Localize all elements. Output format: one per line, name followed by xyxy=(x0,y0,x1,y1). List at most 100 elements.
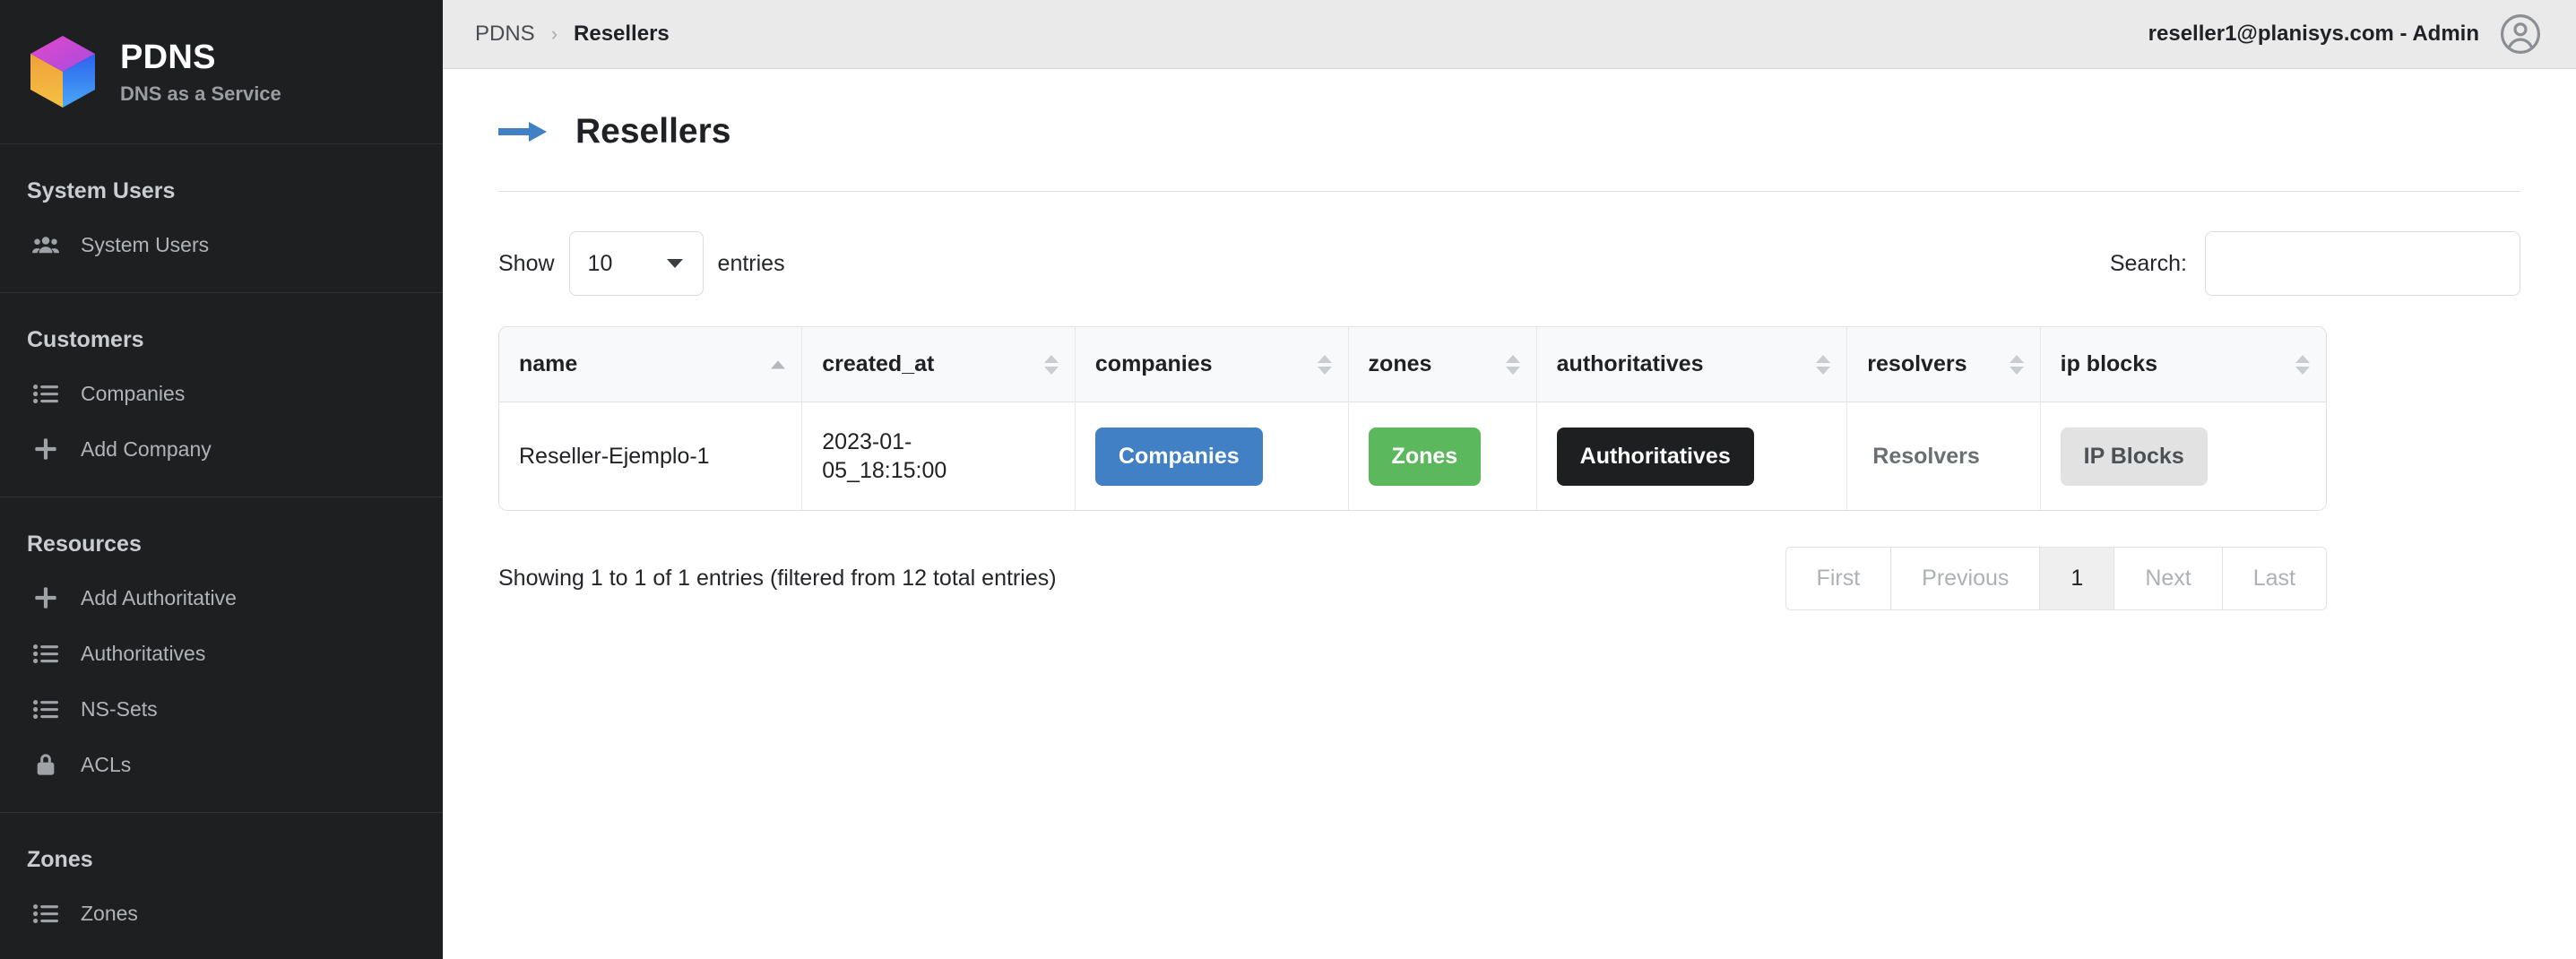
column-label: resolvers xyxy=(1867,351,1967,376)
sidebar-item-acls[interactable]: ACLs xyxy=(0,737,443,792)
chevron-right-icon: › xyxy=(550,22,558,45)
cell-zones: Zones xyxy=(1348,402,1537,510)
companies-button[interactable]: Companies xyxy=(1094,427,1263,486)
brand-subtitle: DNS as a Service xyxy=(120,82,281,105)
sort-toggle-icon xyxy=(2295,354,2310,375)
arrow-right-icon xyxy=(498,118,549,145)
sidebar-item-add-company[interactable]: Add Company xyxy=(0,421,443,477)
main-area: PDNS › Resellers reseller1@planisys.com … xyxy=(443,0,2576,959)
list-icon xyxy=(30,380,61,407)
breadcrumb: PDNS › Resellers xyxy=(475,22,670,47)
pagination-first[interactable]: First xyxy=(1785,548,1892,609)
users-group-icon xyxy=(30,231,61,258)
user-label: reseller1@planisys.com - Admin xyxy=(2148,22,2479,46)
column-header-ip-blocks[interactable]: ip blocks xyxy=(2040,327,2326,402)
resellers-table: name created_at companies zones authorit… xyxy=(498,326,2327,511)
page-length-value: 10 xyxy=(587,250,613,276)
table-controls: Show 10 entries Search: xyxy=(498,192,2520,326)
cell-authoritatives: Authoritatives xyxy=(1536,402,1848,510)
sidebar-item-system-users[interactable]: System Users xyxy=(0,217,443,272)
column-header-name[interactable]: name xyxy=(499,327,803,402)
search-area: Search: xyxy=(2110,231,2520,296)
column-header-created-at[interactable]: created_at xyxy=(802,327,1076,402)
app-root: PDNS DNS as a Service System Users Syste… xyxy=(0,0,2576,959)
pagination-page-1[interactable]: 1 xyxy=(2040,548,2115,609)
column-label: companies xyxy=(1094,351,1213,376)
user-circle-icon[interactable] xyxy=(2499,13,2542,56)
breadcrumb-root[interactable]: PDNS xyxy=(475,22,535,47)
sort-toggle-icon xyxy=(1043,354,1059,375)
section-title-zones: Zones xyxy=(27,847,93,872)
plus-icon xyxy=(30,584,61,611)
nav-section-zones: Zones Zones xyxy=(0,813,443,959)
sidebar-item-label: Authoritatives xyxy=(81,641,206,665)
cell-ip-blocks: IP Blocks xyxy=(2040,402,2326,510)
show-entries-control: Show 10 entries xyxy=(498,231,785,296)
sort-toggle-icon xyxy=(1816,354,1831,375)
table-body: Reseller-Ejemplo-1 2023-01- 05_18:15:00 … xyxy=(499,402,2326,510)
sidebar: PDNS DNS as a Service System Users Syste… xyxy=(0,0,443,959)
section-title-resources: Resources xyxy=(27,531,142,557)
sort-ascending-icon xyxy=(771,360,786,368)
search-input[interactable] xyxy=(2205,231,2520,296)
brand-header[interactable]: PDNS DNS as a Service xyxy=(0,0,443,144)
sidebar-item-label: Companies xyxy=(81,381,186,405)
showing-entries-info: Showing 1 to 1 of 1 entries (filtered fr… xyxy=(498,566,1057,591)
section-title-system-users: System Users xyxy=(27,178,176,203)
cell-name: Reseller-Ejemplo-1 xyxy=(499,402,803,510)
column-label: ip blocks xyxy=(2060,351,2158,376)
list-icon xyxy=(30,640,61,667)
table-head: name created_at companies zones authorit… xyxy=(499,327,2326,402)
ip-blocks-button[interactable]: IP Blocks xyxy=(2060,427,2208,486)
sort-toggle-icon xyxy=(2009,354,2024,375)
page-title: Resellers xyxy=(575,112,731,151)
page-length-select[interactable]: 10 xyxy=(568,231,704,296)
table-footer: Showing 1 to 1 of 1 entries (filtered fr… xyxy=(498,511,2327,610)
column-header-authoritatives[interactable]: authoritatives xyxy=(1536,327,1848,402)
page-header: Resellers xyxy=(498,69,2520,192)
nav-section-system-users: System Users System Users xyxy=(0,144,443,293)
breadcrumb-current: Resellers xyxy=(574,22,670,46)
column-label: zones xyxy=(1368,351,1432,376)
sidebar-item-label: System Users xyxy=(81,232,210,256)
pagination-last[interactable]: Last xyxy=(2222,548,2326,609)
cell-companies: Companies xyxy=(1075,402,1349,510)
column-header-resolvers[interactable]: resolvers xyxy=(1847,327,2041,402)
user-area[interactable]: reseller1@planisys.com - Admin xyxy=(2148,13,2542,56)
sidebar-item-ns-sets[interactable]: NS-Sets xyxy=(0,681,443,737)
content-area: Resellers Show 10 entries Search: name c… xyxy=(443,69,2576,610)
sort-toggle-icon xyxy=(1317,354,1332,375)
column-header-companies[interactable]: companies xyxy=(1075,327,1349,402)
show-label: Show xyxy=(498,250,555,276)
brand-title: PDNS xyxy=(120,38,216,76)
list-icon xyxy=(30,695,61,722)
top-bar: PDNS › Resellers reseller1@planisys.com … xyxy=(443,0,2576,69)
resolvers-button[interactable]: Resolvers xyxy=(1867,428,2003,486)
sidebar-item-companies[interactable]: Companies xyxy=(0,366,443,421)
pagination-next[interactable]: Next xyxy=(2114,548,2223,609)
nav-section-customers: Customers Companies Add Company xyxy=(0,293,443,497)
zones-button[interactable]: Zones xyxy=(1368,427,1482,486)
lock-icon xyxy=(30,751,61,778)
sidebar-item-label: Add Authoritative xyxy=(81,585,237,609)
section-title-customers: Customers xyxy=(27,327,144,352)
list-icon xyxy=(30,900,61,927)
authoritatives-button[interactable]: Authoritatives xyxy=(1556,427,1754,486)
sort-toggle-icon xyxy=(1505,354,1520,375)
table-header-row: name created_at companies zones authorit… xyxy=(499,327,2326,402)
search-label: Search: xyxy=(2109,250,2187,276)
chevron-down-icon xyxy=(666,259,683,268)
pagination: First Previous 1 Next Last xyxy=(1785,547,2327,610)
sidebar-item-add-authoritative[interactable]: Add Authoritative xyxy=(0,570,443,626)
entries-label: entries xyxy=(717,250,785,276)
sidebar-item-label: Zones xyxy=(81,901,138,925)
column-header-zones[interactable]: zones xyxy=(1348,327,1537,402)
sidebar-item-zones[interactable]: Zones xyxy=(0,886,443,941)
sidebar-item-label: NS-Sets xyxy=(81,696,158,721)
pagination-previous[interactable]: Previous xyxy=(1891,548,2041,609)
nav-section-resources: Resources Add Authoritative Authoritativ… xyxy=(0,497,443,813)
cell-created-at: 2023-01- 05_18:15:00 xyxy=(802,402,1076,510)
sidebar-item-label: Add Company xyxy=(81,436,212,461)
sidebar-item-authoritatives[interactable]: Authoritatives xyxy=(0,626,443,681)
column-label: name xyxy=(519,351,578,376)
